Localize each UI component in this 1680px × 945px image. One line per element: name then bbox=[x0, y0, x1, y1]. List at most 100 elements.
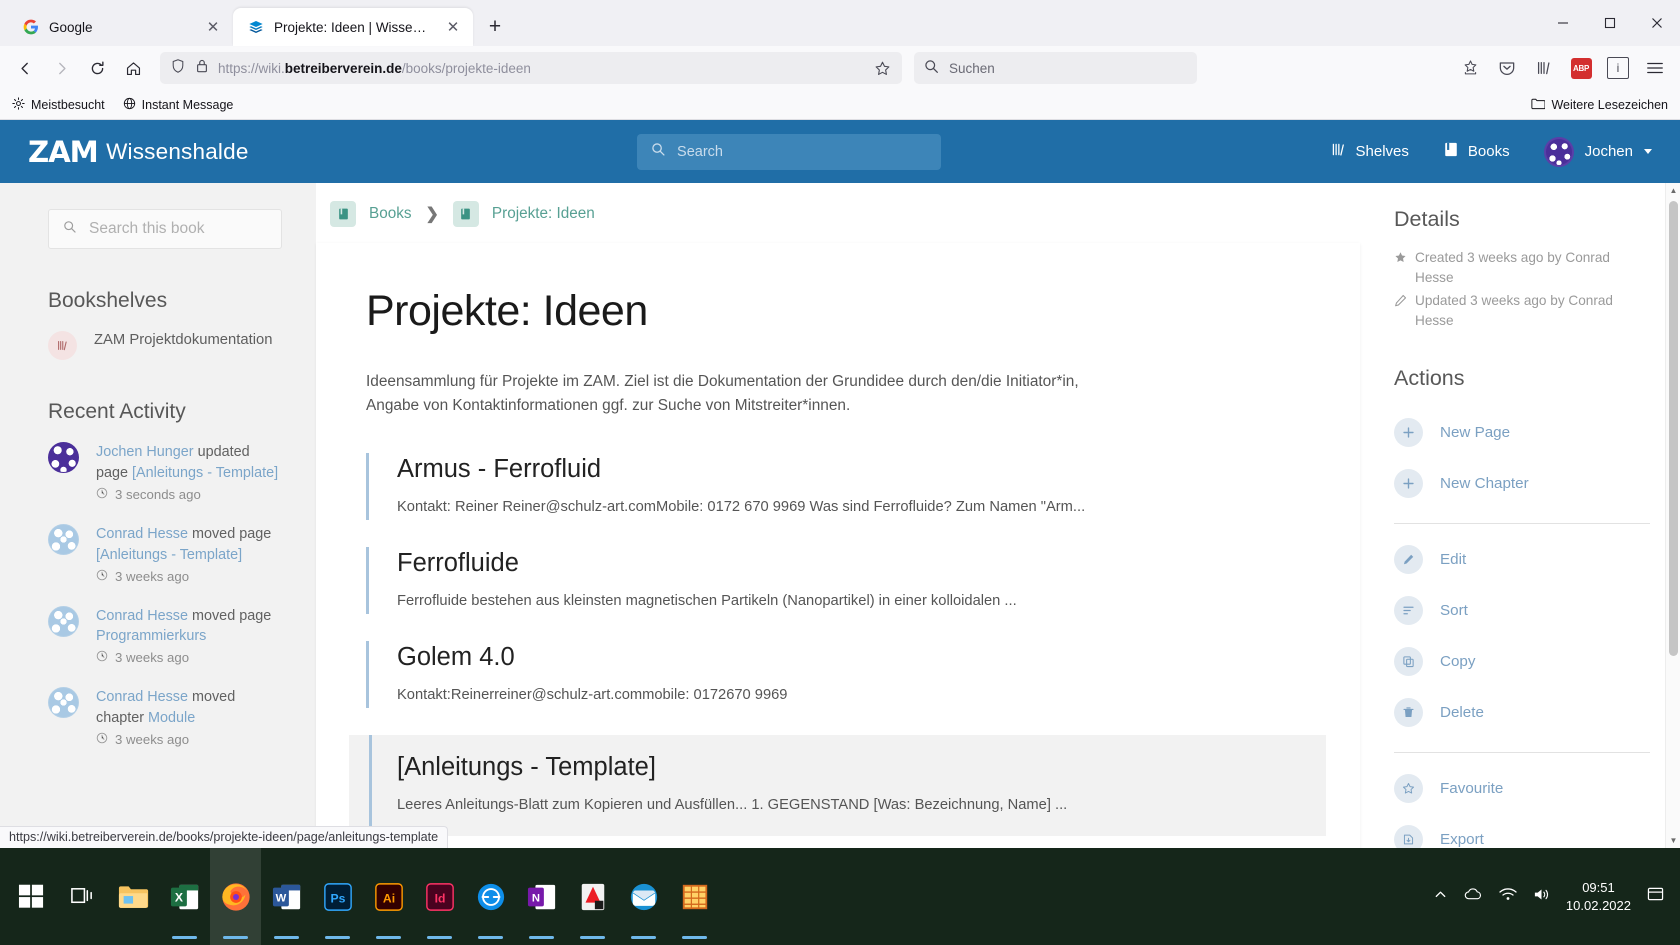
other-bookmarks[interactable]: Weitere Lesezeichen bbox=[1531, 97, 1668, 113]
activity-user[interactable]: Conrad Hesse bbox=[96, 526, 188, 542]
list-item[interactable]: Armus - Ferrofluid Kontakt: Reiner Reine… bbox=[366, 452, 1312, 520]
taskbar-app-photoshop[interactable]: Ps bbox=[312, 848, 363, 945]
url-text[interactable]: https://wiki.betreiberverein.de/books/pr… bbox=[218, 61, 859, 76]
pencil-icon bbox=[1394, 291, 1407, 332]
list-item[interactable]: Conrad Hesse moved chapter Module 3 week… bbox=[48, 687, 282, 747]
user-menu[interactable]: Jochen bbox=[1543, 136, 1652, 167]
entity-title[interactable]: [Anleitungs - Template] bbox=[397, 753, 1326, 782]
bookmark-instant-message[interactable]: Instant Message bbox=[123, 97, 233, 113]
activity-target[interactable]: [Anleitungs - Template] bbox=[96, 547, 242, 563]
bookmark-meistbesucht[interactable]: Meistbesucht bbox=[12, 96, 105, 113]
shield-icon[interactable] bbox=[170, 58, 186, 79]
close-icon[interactable]: ✕ bbox=[443, 17, 463, 37]
action-copy[interactable]: Copy bbox=[1394, 636, 1650, 687]
list-item[interactable]: Conrad Hesse moved page Programmierkurs … bbox=[48, 605, 282, 665]
taskbar-clock[interactable]: 09:51 10.02.2022 bbox=[1566, 879, 1631, 914]
entity-title[interactable]: Armus - Ferrofluid bbox=[397, 455, 1312, 484]
action-delete[interactable]: Delete bbox=[1394, 687, 1650, 738]
taskbar-app-illustrator[interactable]: Ai bbox=[363, 848, 414, 945]
app-search-box[interactable]: Search bbox=[637, 133, 942, 170]
browser-search-bar[interactable]: Suchen bbox=[914, 52, 1197, 84]
book-search-input[interactable]: Search this book bbox=[48, 209, 282, 249]
entity-title[interactable]: Ferrofluide bbox=[397, 549, 1312, 578]
home-icon[interactable] bbox=[116, 52, 150, 84]
list-item[interactable]: [Anleitungs - Template] Leeres Anleitung… bbox=[349, 734, 1326, 836]
taskbar-app-excel[interactable]: X bbox=[159, 848, 210, 945]
account-icon[interactable]: i bbox=[1601, 52, 1635, 84]
lock-icon[interactable] bbox=[195, 58, 209, 79]
app-menu-icon[interactable] bbox=[1638, 52, 1672, 84]
action-favourite[interactable]: Favourite bbox=[1394, 763, 1650, 814]
task-view-button[interactable] bbox=[57, 848, 108, 945]
taskbar-app-word[interactable]: W bbox=[261, 848, 312, 945]
list-item[interactable]: Ferrofluide Ferrofluide bestehen aus kle… bbox=[366, 546, 1312, 614]
taskbar-app-acrobat[interactable] bbox=[567, 848, 618, 945]
avatar bbox=[1543, 136, 1574, 167]
save-to-pocket-star-icon[interactable] bbox=[1453, 52, 1487, 84]
library-icon[interactable] bbox=[1527, 52, 1561, 84]
window-controls bbox=[1539, 0, 1680, 46]
activity-target[interactable]: Programmierkurs bbox=[96, 628, 206, 644]
start-button[interactable] bbox=[6, 848, 57, 945]
browser-tab-google[interactable]: Google ✕ bbox=[8, 8, 233, 46]
chevron-up-icon[interactable] bbox=[1433, 887, 1448, 907]
chevron-right-icon: ❯ bbox=[425, 206, 439, 223]
scroll-up-arrow-icon[interactable]: ▲ bbox=[1666, 183, 1680, 198]
activity-time-row: 3 weeks ago bbox=[96, 732, 282, 747]
reload-icon[interactable] bbox=[80, 52, 114, 84]
activity-user[interactable]: Jochen Hunger bbox=[96, 444, 194, 460]
forward-arrow-icon[interactable] bbox=[44, 52, 78, 84]
maximize-button[interactable] bbox=[1586, 0, 1633, 46]
close-icon[interactable]: ✕ bbox=[203, 17, 223, 37]
taskbar-app-teamviewer[interactable] bbox=[465, 848, 516, 945]
activity-target[interactable]: Module bbox=[148, 710, 195, 726]
action-new-chapter[interactable]: New Chapter bbox=[1394, 458, 1650, 509]
activity-time-row: 3 weeks ago bbox=[96, 569, 282, 584]
scroll-down-arrow-icon[interactable]: ▼ bbox=[1666, 833, 1680, 848]
cloud-icon[interactable] bbox=[1464, 887, 1483, 907]
wifi-icon[interactable] bbox=[1499, 887, 1517, 907]
link-status-tooltip: https://wiki.betreiberverein.de/books/pr… bbox=[0, 826, 449, 848]
close-button[interactable] bbox=[1633, 0, 1680, 46]
activity-user[interactable]: Conrad Hesse bbox=[96, 608, 188, 624]
browser-tab-bookstack[interactable]: Projekte: Ideen | Wissenshalde ✕ bbox=[233, 8, 473, 46]
notification-icon[interactable] bbox=[1647, 886, 1664, 907]
action-new-page[interactable]: New Page bbox=[1394, 407, 1650, 458]
breadcrumb-item-books[interactable]: Books bbox=[330, 201, 412, 227]
action-export[interactable]: Export bbox=[1394, 814, 1650, 848]
activity-text: Jochen Hunger updated page [Anleitungs -… bbox=[96, 442, 282, 484]
action-sort[interactable]: Sort bbox=[1394, 585, 1650, 636]
new-tab-button[interactable]: + bbox=[479, 11, 511, 43]
taskbar-app-firefox[interactable] bbox=[210, 848, 261, 945]
nav-item-books[interactable]: Books bbox=[1443, 141, 1510, 162]
entity-title[interactable]: Golem 4.0 bbox=[397, 643, 1312, 672]
back-arrow-icon[interactable] bbox=[8, 52, 42, 84]
list-item[interactable]: Golem 4.0 Kontakt:Reinerreiner@schulz-ar… bbox=[366, 640, 1312, 708]
adblock-plus-icon[interactable]: ABP bbox=[1564, 52, 1598, 84]
avatar bbox=[48, 687, 79, 719]
activity-time-row: 3 weeks ago bbox=[96, 650, 282, 665]
speaker-icon[interactable] bbox=[1533, 887, 1550, 907]
scrollbar-thumb[interactable] bbox=[1669, 201, 1678, 656]
bookmark-star-icon[interactable] bbox=[868, 54, 896, 82]
taskbar-app-onenote[interactable]: N bbox=[516, 848, 567, 945]
minimize-button[interactable] bbox=[1539, 0, 1586, 46]
list-item[interactable]: Jochen Hunger updated page [Anleitungs -… bbox=[48, 442, 282, 502]
taskbar-app-thunderbird[interactable] bbox=[618, 848, 669, 945]
adblock-badge: ABP bbox=[1570, 57, 1592, 79]
nav-item-shelves[interactable]: Shelves bbox=[1330, 141, 1409, 162]
app-logo-group[interactable]: ZAM Wissenshalde bbox=[28, 135, 249, 169]
address-bar[interactable]: https://wiki.betreiberverein.de/books/pr… bbox=[160, 52, 902, 84]
action-edit[interactable]: Edit bbox=[1394, 534, 1650, 585]
taskbar-app-grid[interactable] bbox=[669, 848, 720, 945]
list-item[interactable]: Conrad Hesse moved page [Anleitungs - Te… bbox=[48, 523, 282, 584]
content-card: Projekte: Ideen Ideensammlung für Projek… bbox=[316, 243, 1360, 848]
breadcrumb-item-current[interactable]: Projekte: Ideen bbox=[452, 201, 595, 227]
activity-target[interactable]: [Anleitungs - Template] bbox=[132, 465, 278, 481]
taskbar-app-file-explorer[interactable] bbox=[108, 848, 159, 945]
pocket-icon[interactable] bbox=[1490, 52, 1524, 84]
sidebar-item-shelf[interactable]: ZAM Projektdokumentation bbox=[48, 331, 282, 360]
taskbar-app-indesign[interactable]: Id bbox=[414, 848, 465, 945]
activity-user[interactable]: Conrad Hesse bbox=[96, 689, 188, 705]
page-scrollbar[interactable]: ▲ ▼ bbox=[1665, 183, 1680, 848]
